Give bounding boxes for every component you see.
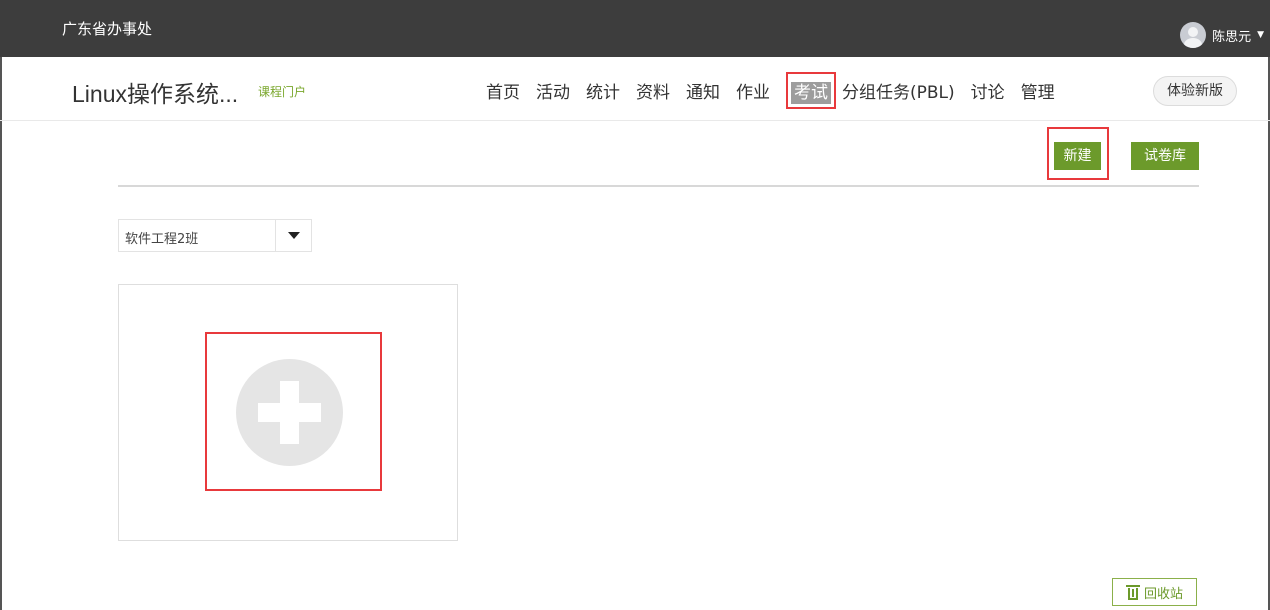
avatar[interactable] [1180,22,1207,48]
course-portal-link[interactable]: 课程门户 [258,83,306,100]
recycle-bin-button[interactable]: 回收站 [1112,578,1197,606]
nav-item-group-task[interactable]: 分组任务(PBL) [842,76,955,105]
chevron-down-icon[interactable]: ▼ [1257,30,1264,40]
nav-item-stats[interactable]: 统计 [586,76,620,105]
nav-item-home[interactable]: 首页 [486,76,520,105]
plus-icon-vertical[interactable] [280,381,299,444]
nav-item-homework[interactable]: 作业 [736,76,770,105]
nav-item-exam[interactable]: 考试 [786,72,836,109]
nav-item-exam-label[interactable]: 考试 [791,82,831,104]
course-nav: 首页 活动 统计 资料 通知 作业 考试 分组任务(PBL) 讨论 管理 [486,72,1071,109]
divider [118,185,1199,187]
paper-bank-button[interactable]: 试卷库 [1131,142,1199,170]
top-bar: 广东省办事处 陈思元 ▼ [0,0,1270,57]
nav-item-activity[interactable]: 活动 [536,76,570,105]
try-new-version-button[interactable]: 体验新版 [1153,76,1237,106]
trash-icon [1125,584,1140,600]
recycle-bin-label: 回收站 [1143,586,1183,602]
class-select-value[interactable]: 软件工程2班 [125,228,198,247]
new-exam-button[interactable]: 新建 [1054,142,1101,170]
nav-item-notice[interactable]: 通知 [686,76,720,105]
course-header: Linux操作系统... 课程门户 首页 活动 统计 资料 通知 作业 考试 分… [0,57,1270,121]
dropdown-arrow-icon[interactable] [275,220,311,251]
org-name: 广东省办事处 [62,20,153,38]
class-select[interactable]: 软件工程2班 [118,219,312,252]
nav-item-materials[interactable]: 资料 [636,76,670,105]
course-title: Linux操作系统... [72,81,239,107]
nav-item-discussion[interactable]: 讨论 [971,76,1005,105]
user-menu[interactable]: 陈思元 ▼ [1180,22,1264,48]
nav-item-manage[interactable]: 管理 [1021,76,1055,105]
user-name[interactable]: 陈思元 [1212,26,1251,45]
